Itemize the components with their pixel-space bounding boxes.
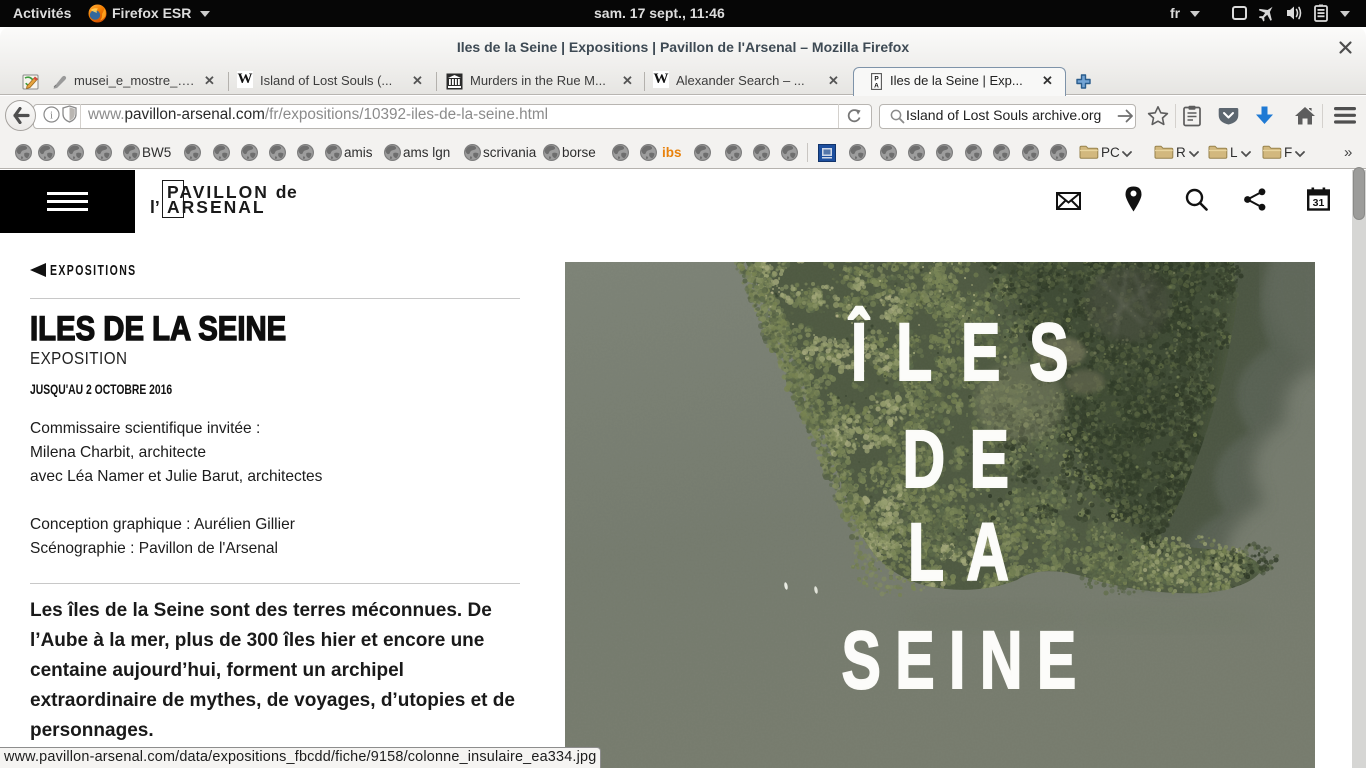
svg-text:31: 31 [1313, 197, 1325, 209]
svg-text:P: P [874, 76, 879, 83]
svg-text:A: A [874, 83, 879, 90]
svg-text:i: i [50, 110, 53, 122]
